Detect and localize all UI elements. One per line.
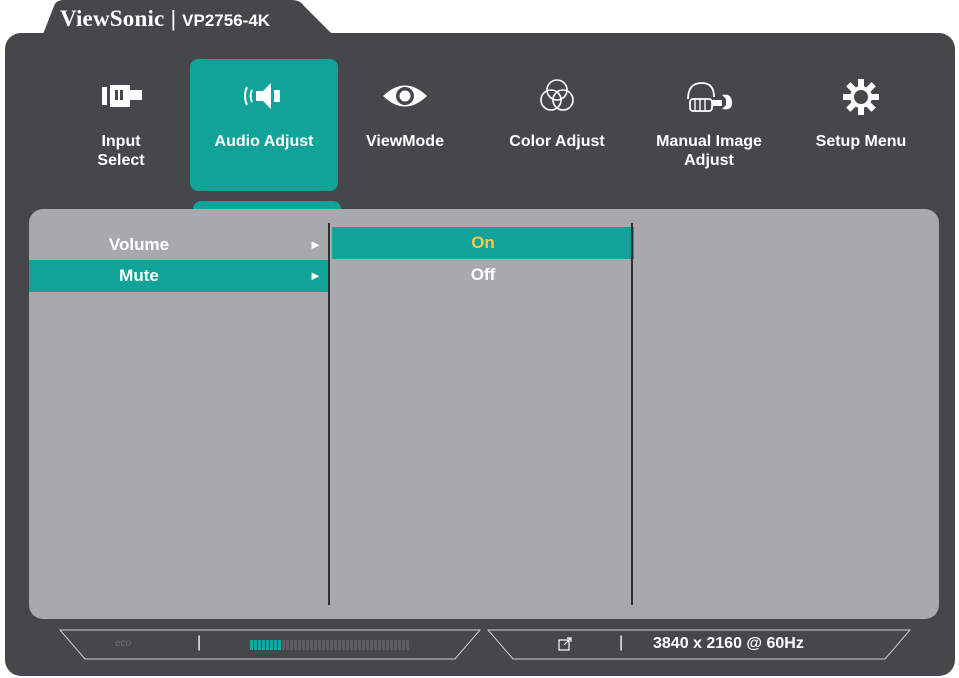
volume-segment xyxy=(378,640,381,650)
option-on[interactable]: On xyxy=(332,227,634,259)
volume-segment xyxy=(362,640,365,650)
volume-segment xyxy=(342,640,345,650)
menu-item-mute[interactable]: Mute ► xyxy=(29,260,329,292)
tab-setup-menu[interactable]: Setup Menu xyxy=(787,59,935,191)
tab-label: Color Adjust xyxy=(509,133,605,150)
volume-segment xyxy=(402,640,405,650)
column-divider xyxy=(328,223,330,605)
volume-segment xyxy=(382,640,385,650)
speaker-icon xyxy=(239,77,289,117)
option-label: Off xyxy=(470,265,496,284)
volume-segment xyxy=(282,640,285,650)
eco-icon: eco xyxy=(115,638,132,649)
chevron-right-icon: ► xyxy=(309,237,322,252)
volume-segment xyxy=(366,640,369,650)
tab-label: Manual Image Adjust xyxy=(656,133,762,169)
color-circles-icon xyxy=(532,77,582,117)
option-label: On xyxy=(471,233,495,252)
tab-label: ViewMode xyxy=(366,133,444,150)
tab-manual-image-adjust[interactable]: Manual Image Adjust xyxy=(635,59,783,191)
volume-segment xyxy=(290,640,293,650)
status-separator: | xyxy=(197,634,202,651)
status-bar: eco | | 3840 x 2160 @ 60Hz xyxy=(55,629,913,661)
model-name: VP2756-4K xyxy=(182,11,271,30)
tab-color-adjust[interactable]: Color Adjust xyxy=(483,59,631,191)
osd-window: Input Select Audio Adjust ViewMode Color… xyxy=(5,33,955,676)
tab-label: Audio Adjust xyxy=(214,133,314,150)
gear-icon xyxy=(836,77,886,117)
volume-segment xyxy=(254,640,257,650)
submenu-panel: Volume ► Mute ► On Off xyxy=(29,209,939,619)
column-divider xyxy=(631,223,633,605)
volume-segment xyxy=(278,640,281,650)
tab-label: Input Select xyxy=(97,133,145,169)
volume-segment xyxy=(322,640,325,650)
volume-segment xyxy=(270,640,273,650)
volume-segment xyxy=(354,640,357,650)
menu-item-label: Mute xyxy=(119,266,159,285)
volume-segment xyxy=(350,640,353,650)
volume-segment xyxy=(298,640,301,650)
volume-segment xyxy=(274,640,277,650)
tab-audio-adjust[interactable]: Audio Adjust xyxy=(190,59,338,191)
status-separator: | xyxy=(619,634,624,651)
volume-segment xyxy=(346,640,349,650)
volume-segment xyxy=(286,640,289,650)
main-menu-tabs: Input Select Audio Adjust ViewMode Color… xyxy=(5,33,955,213)
volume-segment xyxy=(394,640,397,650)
resolution-readout: 3840 x 2160 @ 60Hz xyxy=(653,635,804,652)
volume-segment xyxy=(318,640,321,650)
volume-segment xyxy=(306,640,309,650)
tab-viewmode[interactable]: ViewMode xyxy=(331,59,479,191)
volume-segment xyxy=(258,640,261,650)
option-off[interactable]: Off xyxy=(332,259,634,291)
volume-segment xyxy=(334,640,337,650)
volume-segment xyxy=(262,640,265,650)
volume-segment xyxy=(390,640,393,650)
brand-separator: | xyxy=(170,6,177,31)
menu-item-label: Volume xyxy=(108,235,170,254)
eye-icon xyxy=(380,77,430,117)
volume-meter xyxy=(250,640,410,650)
volume-segment xyxy=(386,640,389,650)
volume-segment xyxy=(294,640,297,650)
input-select-icon xyxy=(96,77,146,117)
volume-segment xyxy=(266,640,269,650)
volume-segment xyxy=(250,640,253,650)
chevron-right-icon: ► xyxy=(309,268,322,283)
volume-segment xyxy=(310,640,313,650)
tab-input-select[interactable]: Input Select xyxy=(47,59,195,191)
volume-segment xyxy=(326,640,329,650)
volume-segment xyxy=(330,640,333,650)
volume-segment xyxy=(370,640,373,650)
volume-segment xyxy=(406,640,409,650)
volume-segment xyxy=(358,640,361,650)
volume-segment xyxy=(338,640,341,650)
menu-item-volume[interactable]: Volume ► xyxy=(29,229,329,261)
brand-name: ViewSonic xyxy=(60,6,165,31)
volume-segment xyxy=(374,640,377,650)
tab-label: Setup Menu xyxy=(815,133,907,150)
hand-wrench-icon xyxy=(684,77,734,117)
volume-segment xyxy=(398,640,401,650)
volume-segment xyxy=(314,640,317,650)
volume-segment xyxy=(302,640,305,650)
